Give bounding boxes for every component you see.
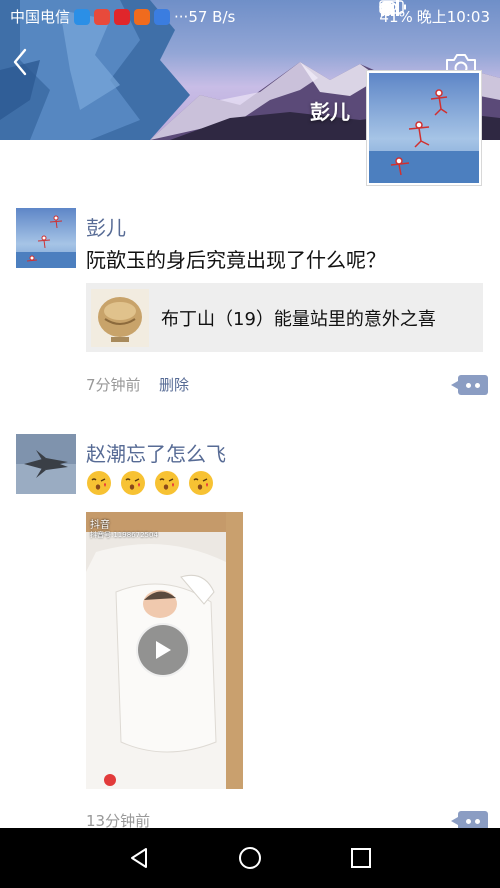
- more-dots-icon: [466, 818, 471, 824]
- shared-link-card[interactable]: 布丁山（19）能量站里的意外之喜: [86, 283, 483, 352]
- post-text: 阮歆玉的身后究竟出现了什么呢？: [86, 248, 386, 272]
- play-icon: [156, 641, 171, 659]
- triangle-back-icon: [131, 848, 147, 868]
- nav-recents-button[interactable]: [346, 843, 376, 873]
- chevron-left-icon: [13, 48, 27, 76]
- profile-name: 彭儿: [310, 100, 350, 124]
- kissing-face-icon: [87, 471, 111, 495]
- kissing-face-icon: [189, 471, 213, 495]
- app-notification-icon: [134, 9, 151, 25]
- square-recents-icon: [351, 848, 371, 868]
- kissing-face-icon: [121, 471, 145, 495]
- app-notification-icon: [74, 9, 91, 25]
- play-button[interactable]: [136, 623, 190, 677]
- post-author-avatar[interactable]: [16, 434, 76, 494]
- comment-like-menu-button[interactable]: [451, 375, 488, 395]
- pudding-thumbnail-image: [91, 288, 149, 347]
- profile-avatar[interactable]: [366, 70, 482, 186]
- post-author-name[interactable]: 赵潮忘了怎么飞: [86, 438, 226, 467]
- delete-post-link[interactable]: 删除: [159, 374, 189, 395]
- more-dots-icon: [475, 818, 480, 824]
- skydivers-avatar-image: [16, 208, 76, 268]
- post-author-avatar[interactable]: [16, 208, 76, 268]
- app-notification-icon: [114, 9, 131, 25]
- nav-back-button[interactable]: [124, 843, 154, 873]
- network-speed: ···57 B/s: [174, 8, 236, 26]
- status-bar: 中国电信 ···57 B/s 41% 晚上10:03: [0, 0, 500, 34]
- nav-home-button[interactable]: [235, 843, 265, 873]
- post-timestamp: 7分钟前: [86, 376, 141, 394]
- link-title: 布丁山（19）能量站里的意外之喜: [161, 308, 436, 330]
- skydivers-avatar-image: [369, 73, 479, 183]
- app-notification-icon: [154, 9, 171, 25]
- more-dots-icon: [466, 382, 471, 388]
- clock: 晚上10:03: [416, 8, 490, 26]
- post-author-name[interactable]: 彭儿: [86, 212, 126, 241]
- more-dots-icon: [475, 382, 480, 388]
- video-platform-label: 抖音: [90, 520, 110, 531]
- carrier-label: 中国电信: [10, 8, 71, 26]
- video-watermark-id: 抖音号:1198672504: [90, 531, 158, 539]
- link-thumbnail: [91, 288, 149, 347]
- emoji-row: [86, 470, 214, 496]
- fighter-jet-avatar-image: [16, 434, 76, 494]
- system-navigation-bar: [0, 828, 500, 888]
- video-thumbnail[interactable]: 抖音 抖音号:1198672504: [86, 512, 243, 789]
- circle-home-icon: [239, 847, 261, 869]
- battery-icon: [379, 0, 407, 14]
- back-button[interactable]: [12, 48, 42, 84]
- app-notification-icon: [94, 9, 111, 25]
- kissing-face-icon: [155, 471, 179, 495]
